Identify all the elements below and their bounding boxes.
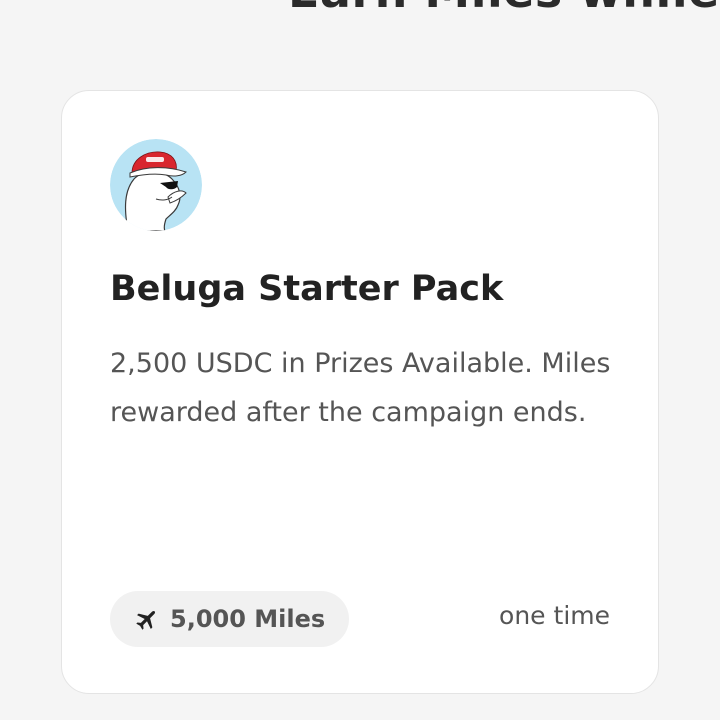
beluga-avatar-icon <box>110 139 202 231</box>
page: Earn Miles while in Beluga Start <box>0 0 720 720</box>
campaign-card[interactable]: Beluga Starter Pack 2,500 USDC in Prizes… <box>61 90 659 694</box>
card-description: 2,500 USDC in Prizes Available. Miles re… <box>110 348 611 428</box>
miles-amount: 5,000 Miles <box>170 605 326 633</box>
card-title: Beluga Starter Pack <box>110 269 504 309</box>
airplane-icon <box>134 606 160 632</box>
frequency-label: one time <box>499 601 610 630</box>
section-heading: Earn Miles while in <box>288 0 720 18</box>
miles-reward-badge: 5,000 Miles <box>110 591 350 647</box>
